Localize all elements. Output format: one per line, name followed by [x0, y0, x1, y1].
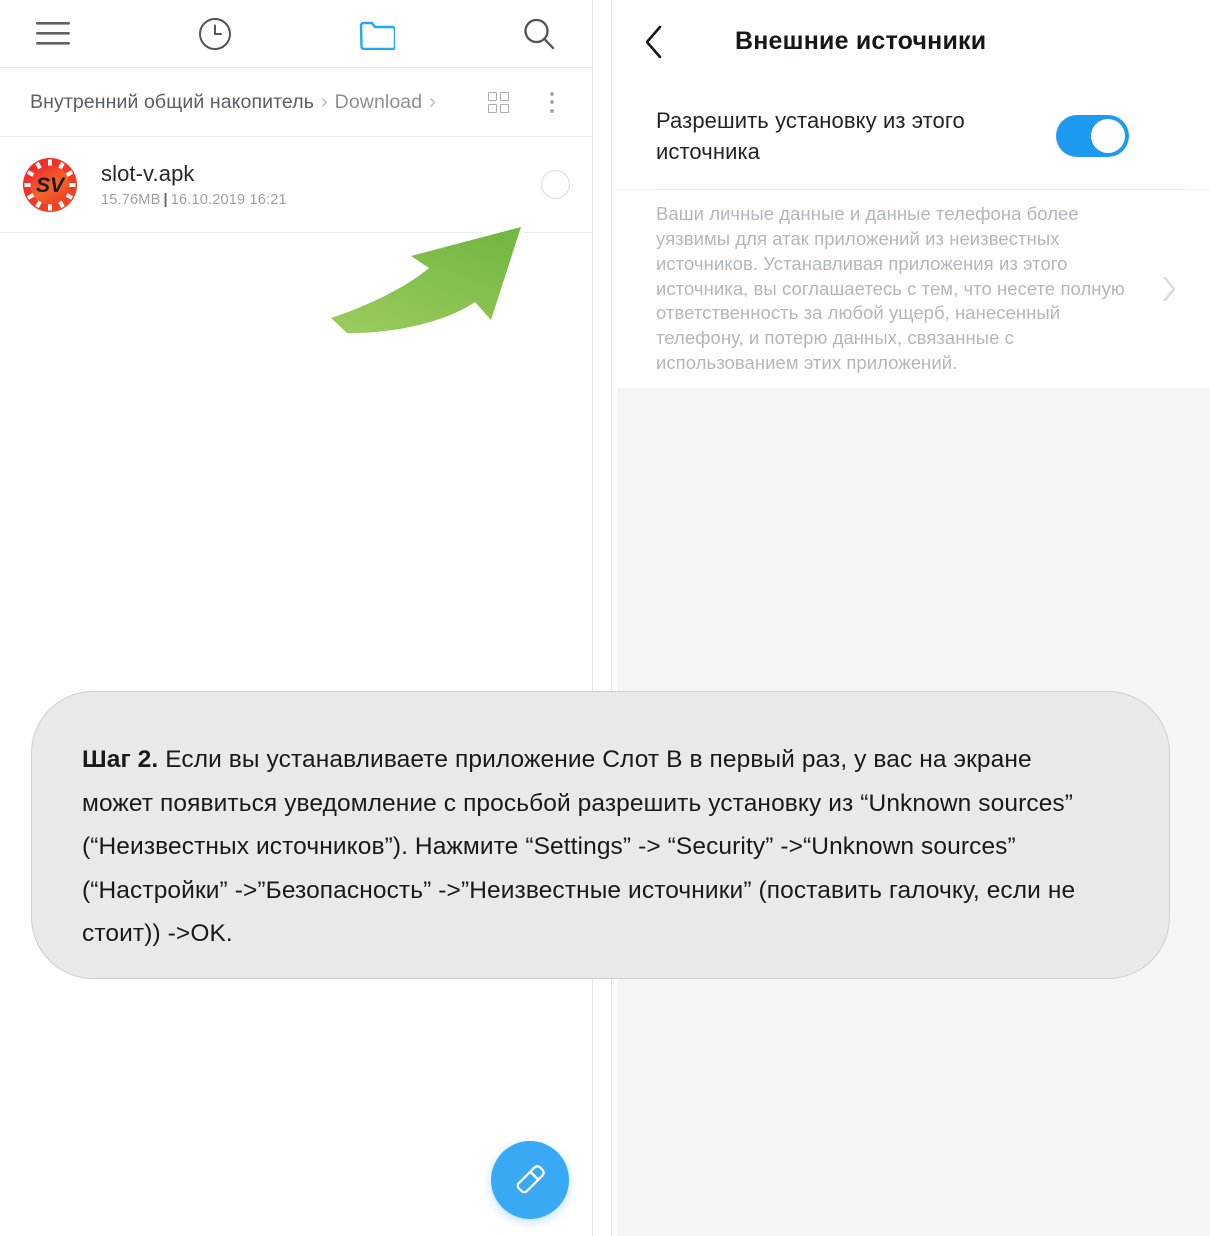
settings-header: Внешние источники — [617, 0, 1210, 84]
chevron-right-icon[interactable] — [1150, 275, 1190, 303]
file-select-checkbox[interactable] — [541, 170, 570, 199]
file-subtitle: 15.76MB | 16.10.2019 16:21 — [101, 192, 541, 208]
file-manager-panel: Внутренний общий накопитель › Download › — [0, 0, 592, 1236]
breadcrumb-separator-1: › — [320, 90, 328, 113]
broom-icon — [516, 1165, 545, 1194]
recent-icon[interactable] — [180, 6, 250, 62]
allow-install-toggle[interactable] — [1056, 115, 1129, 157]
panel-divider-right — [611, 0, 612, 1236]
breadcrumb-separator-2: › — [429, 90, 436, 113]
overflow-menu-icon[interactable] — [532, 82, 572, 122]
allow-install-label: Разрешить установку из этого источника — [656, 108, 965, 164]
file-info: slot-v.apk 15.76MB | 16.10.2019 16:21 — [101, 161, 541, 208]
grid-cell — [499, 91, 509, 101]
grid-cell — [487, 91, 497, 101]
apk-app-icon: SV — [22, 157, 78, 213]
breadcrumb-folder[interactable]: Download — [335, 91, 423, 114]
grid-view-glyph — [487, 91, 509, 113]
allow-install-row[interactable]: Разрешить установку из этого источника — [617, 83, 1210, 189]
menu-icon[interactable] — [18, 6, 88, 62]
back-icon[interactable] — [617, 12, 691, 72]
dot — [550, 100, 554, 104]
kebab-glyph — [550, 91, 555, 113]
grid-cell — [487, 103, 497, 113]
grid-view-icon[interactable] — [478, 82, 518, 122]
file-manager-toolbar — [0, 0, 592, 68]
settings-panel: Внешние источники Разрешить установку из… — [617, 0, 1210, 1236]
callout-paragraph: Шаг 2. Если вы устанавливаете приложение… — [82, 738, 1109, 956]
cleanup-fab[interactable] — [491, 1141, 569, 1219]
callout-text: Если вы устанавливаете приложение Слот В… — [82, 746, 1076, 947]
svg-text:SV: SV — [36, 174, 66, 197]
file-sub-divider: | — [163, 192, 168, 208]
dot — [550, 108, 554, 113]
list-item[interactable]: SV slot-v.apk 15.76MB | 16.10.2019 16:21 — [0, 137, 592, 233]
page-title: Внешние источники — [735, 27, 987, 55]
file-size: 15.76MB — [101, 192, 161, 208]
search-icon[interactable] — [504, 6, 574, 62]
file-date: 16.10.2019 16:21 — [170, 192, 287, 208]
folder-icon[interactable] — [342, 6, 412, 62]
toggle-knob — [1091, 119, 1125, 153]
breadcrumb: Внутренний общий накопитель › Download › — [0, 68, 592, 137]
grid-cell — [499, 103, 509, 113]
dot — [550, 91, 554, 96]
instruction-callout: Шаг 2. Если вы устанавливаете приложение… — [31, 691, 1170, 979]
settings-description: Ваши личные данные и данные телефона бол… — [656, 203, 1125, 373]
file-name: slot-v.apk — [101, 161, 195, 186]
callout-step-label: Шаг 2. — [82, 746, 159, 773]
panel-divider-left — [592, 0, 593, 1236]
breadcrumb-root[interactable]: Внутренний общий накопитель — [30, 91, 314, 114]
settings-description-row[interactable]: Ваши личные данные и данные телефона бол… — [617, 190, 1210, 388]
